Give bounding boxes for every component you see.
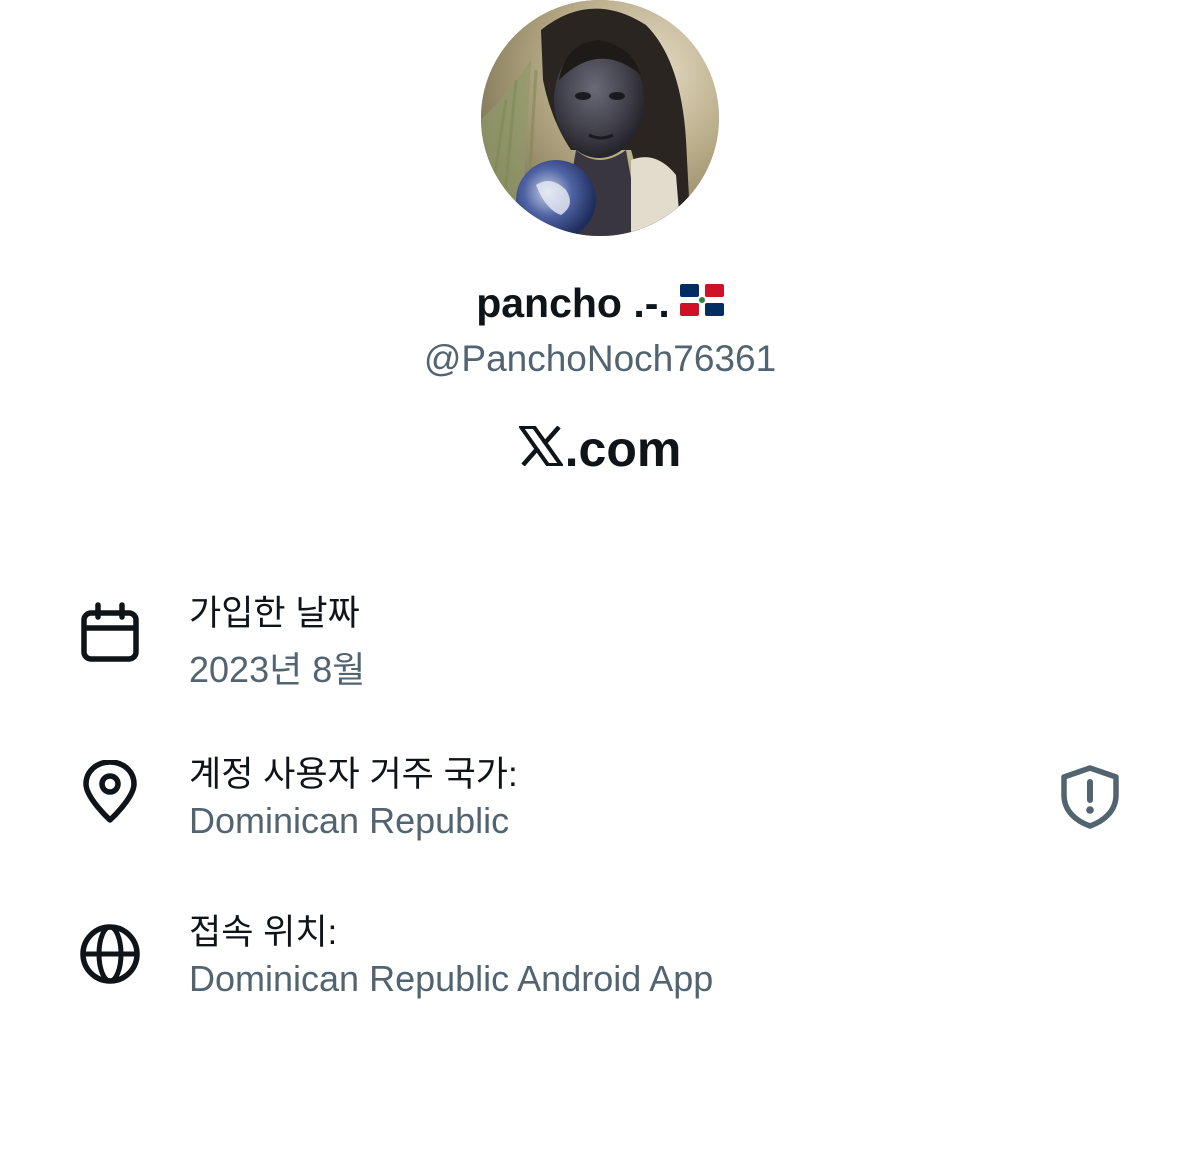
site-link[interactable]: .com [0,420,1200,478]
site-text: .com [564,421,682,477]
access-location-value: Dominican Republic Android App [189,958,714,999]
avatar-photo [481,0,719,236]
username-handle: @PanchoNoch76361 [423,338,777,379]
display-name-row: pancho .-. [0,280,1200,327]
account-country-label: 계정 사용자 거주 국가: [189,755,518,794]
access-location-row: 접속 위치: Dominican Republic Android App [0,904,1200,1014]
access-location-label: 접속 위치: [189,913,338,952]
location-pin-icon [78,759,142,824]
profile-avatar[interactable] [481,0,719,236]
shield-alert-icon[interactable] [1058,765,1122,829]
joined-date-row: 가입한 날짜 2023년 8월 [0,585,1200,695]
display-name: pancho .-. [476,280,670,326]
account-country-row: 계정 사용자 거주 국가: Dominican Republic [0,746,1200,856]
dominican-republic-flag-icon [679,279,724,326]
calendar-icon [78,601,142,665]
x-logo-icon [516,420,565,478]
globe-icon [78,922,142,986]
joined-date-value: 2023년 8월 [189,649,366,690]
joined-date-label: 가입한 날짜 [189,594,360,633]
account-country-value: Dominican Republic [189,800,510,841]
